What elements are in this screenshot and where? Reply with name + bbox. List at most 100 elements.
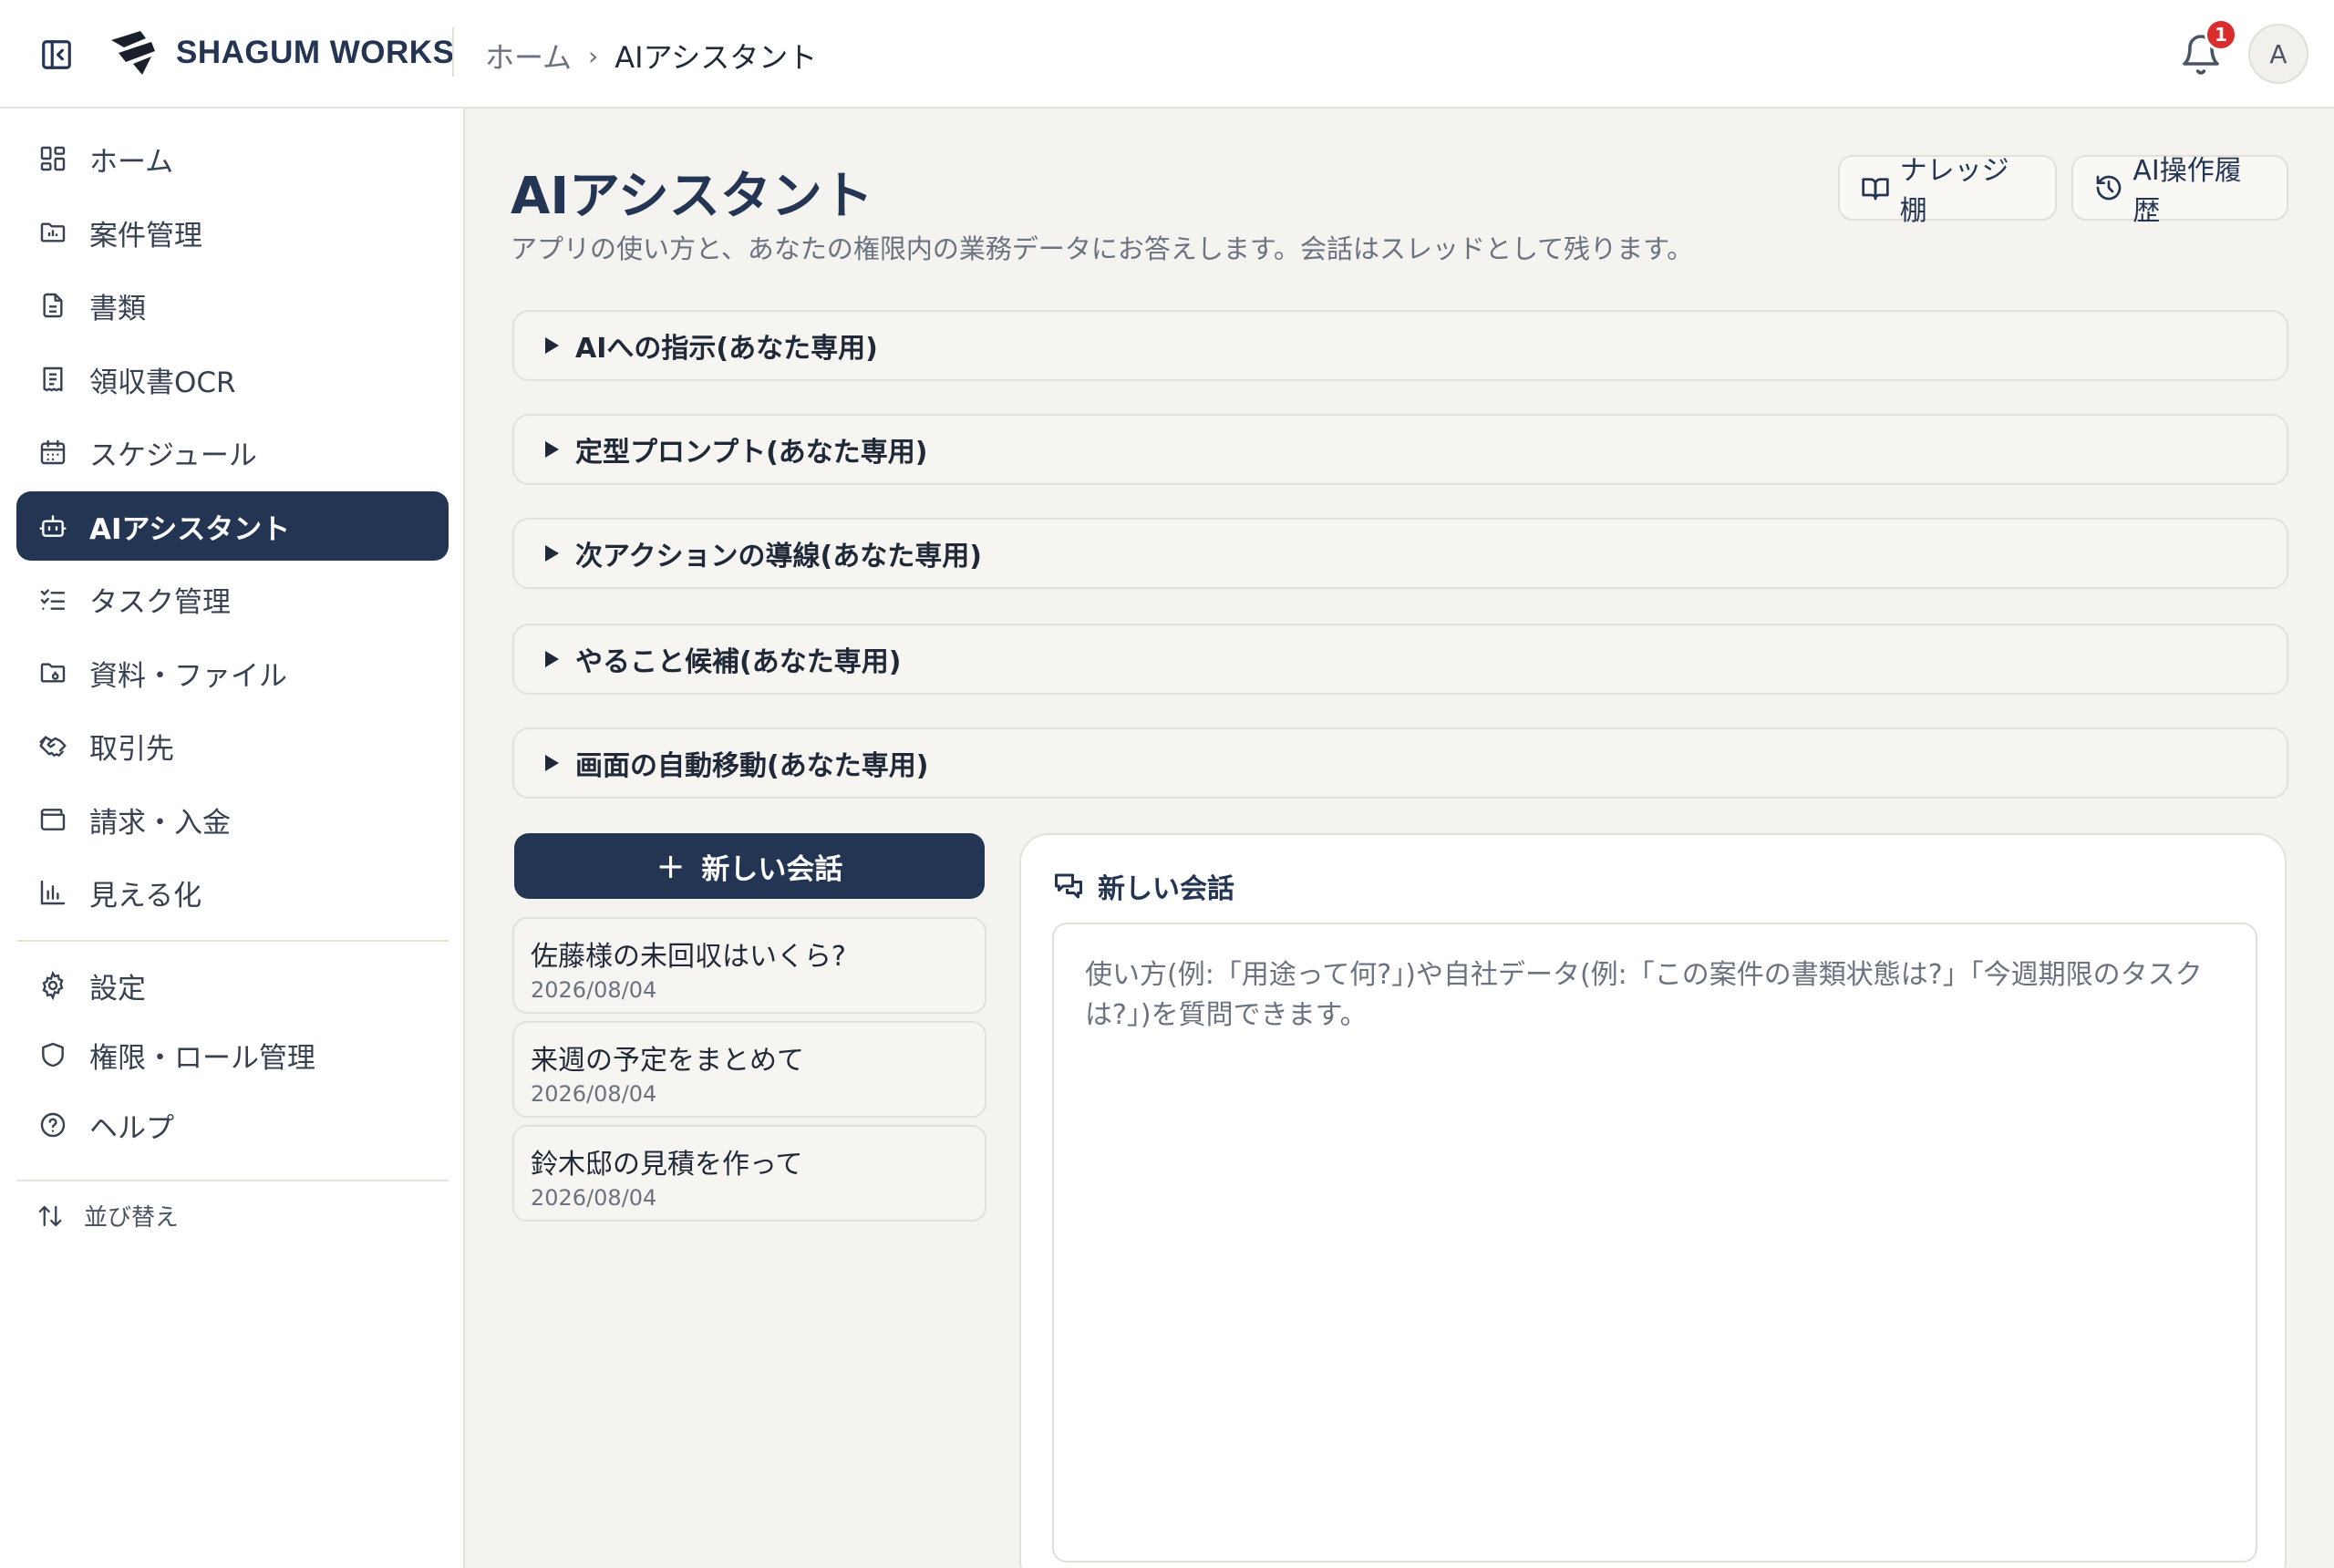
disclosure-triangle-icon [545, 441, 559, 458]
sidebar-item-tasks[interactable]: タスク管理 [16, 564, 449, 634]
accordion-todo-candidates[interactable]: やること候補(あなた専用) [512, 624, 2288, 695]
bar-chart-icon [36, 876, 69, 909]
reorder-label: 並び替え [84, 1204, 180, 1232]
thread-date: 2026/08/04 [531, 1081, 657, 1107]
header-divider [452, 27, 454, 77]
breadcrumb-home[interactable]: ホーム [485, 35, 572, 77]
disclosure-triangle-icon [545, 651, 559, 667]
sidebar-item-label: AIアシスタント [89, 512, 291, 546]
sidebar-item-clients[interactable]: 取引先 [16, 711, 449, 780]
top-header: SHAGUM WORKS ホーム › AIアシスタント 1 A [0, 0, 2334, 108]
accordion-label: AIへの指示(あなた専用) [575, 333, 878, 365]
new-conversation-label: 新しい会話 [701, 852, 843, 886]
book-open-icon [1860, 172, 1891, 203]
thread-date: 2026/08/04 [531, 1185, 657, 1211]
page-title: AIアシスタント [511, 167, 873, 226]
chat-panel: 新しい会話 [1019, 833, 2287, 1568]
sidebar-divider [16, 1180, 449, 1181]
gear-icon [36, 969, 69, 1002]
sidebar-item-schedule[interactable]: スケジュール [16, 418, 449, 487]
sidebar-item-label: 権限・ロール管理 [89, 1041, 315, 1075]
thread-date: 2026/08/04 [531, 977, 657, 1003]
accordion-label: やること候補(あなた専用) [575, 646, 902, 678]
breadcrumb: ホーム › AIアシスタント [485, 35, 817, 77]
notification-badge: 1 [2205, 18, 2237, 51]
folder-chart-icon [36, 216, 69, 249]
chat-header: 新しい会話 [1052, 866, 1234, 906]
sidebar: ホーム 案件管理 書類 領収書OCR スケジュール AIアシスタント タスク管理… [0, 108, 465, 1568]
sidebar-item-label: タスク管理 [89, 585, 231, 619]
sidebar-item-label: 設定 [89, 972, 146, 1006]
document-icon [36, 289, 69, 322]
thread-title: 鈴木邸の見積を作って [531, 1149, 803, 1181]
disclosure-triangle-icon [545, 337, 559, 354]
sidebar-item-label: 取引先 [89, 732, 174, 766]
accordion-label: 次アクションの導線(あなた専用) [575, 541, 982, 573]
history-icon [2093, 172, 2123, 203]
accordion-next-actions[interactable]: 次アクションの導線(あなた専用) [512, 518, 2288, 589]
avatar[interactable]: A [2248, 24, 2308, 84]
bot-icon [36, 510, 69, 542]
sidebar-item-ai-assistant[interactable]: AIアシスタント [16, 491, 449, 561]
sidebar-item-settings[interactable]: 設定 [16, 951, 449, 1020]
brand-logo [111, 31, 155, 75]
sidebar-item-label: 案件管理 [89, 219, 202, 253]
sidebar-item-roles[interactable]: 権限・ロール管理 [16, 1020, 449, 1089]
sidebar-toggle-button[interactable] [36, 35, 77, 75]
breadcrumb-current: AIアシスタント [614, 40, 818, 75]
sort-arrows-icon [38, 1205, 62, 1226]
sidebar-item-label: 領収書OCR [89, 366, 236, 399]
wallet-icon [36, 803, 69, 836]
sidebar-item-label: ヘルプ [89, 1111, 174, 1145]
accordion-label: 定型プロンプト(あなた専用) [575, 437, 928, 469]
sidebar-item-documents[interactable]: 書類 [16, 271, 449, 340]
thread-item[interactable]: 来週の予定をまとめて 2026/08/04 [512, 1021, 986, 1118]
sidebar-item-files[interactable]: 資料・ファイル [16, 638, 449, 707]
disclosure-triangle-icon [545, 545, 559, 562]
folder-file-icon [36, 656, 69, 689]
sidebar-item-label: 見える化 [89, 879, 202, 913]
handshake-icon [36, 729, 69, 762]
sidebar-item-help[interactable]: ヘルプ [16, 1090, 449, 1160]
receipt-icon [36, 363, 69, 396]
shield-icon [36, 1038, 69, 1071]
ai-history-label: AI操作履歴 [2133, 155, 2242, 227]
sidebar-item-label: 書類 [89, 292, 146, 325]
sidebar-item-label: 請求・入金 [89, 806, 231, 840]
sidebar-item-label: スケジュール [89, 438, 257, 472]
page-description: アプリの使い方と、あなたの権限内の業務データにお答えします。会話はスレッドとして… [511, 233, 1694, 264]
accordion-label: 画面の自動移動(あなた専用) [575, 750, 929, 782]
chat-bubbles-icon [1055, 873, 1082, 899]
accordion-prompt-templates[interactable]: 定型プロンプト(あなた専用) [512, 414, 2288, 485]
calendar-icon [36, 436, 69, 469]
sidebar-collapse-icon [42, 40, 71, 69]
grid-icon [36, 142, 69, 175]
reorder-button[interactable]: 並び替え [36, 1199, 179, 1233]
sidebar-item-label: ホーム [89, 145, 174, 179]
sidebar-item-home[interactable]: ホーム [16, 124, 449, 193]
thread-title: 来週の予定をまとめて [531, 1045, 804, 1077]
thread-title: 佐藤様の未回収はいくら? [531, 941, 846, 973]
new-conversation-button[interactable]: + 新しい会話 [514, 833, 985, 899]
brand-name: SHAGUM WORKS [176, 35, 455, 70]
sidebar-item-receipt-ocr[interactable]: 領収書OCR [16, 345, 449, 414]
chat-message-input[interactable] [1052, 923, 2257, 1563]
thread-item[interactable]: 佐藤様の未回収はいくら? 2026/08/04 [512, 917, 986, 1014]
sidebar-item-label: 資料・ファイル [89, 659, 287, 693]
knowledge-shelf-button[interactable]: ナレッジ棚 [1838, 155, 2057, 227]
sidebar-divider [16, 940, 449, 942]
sidebar-item-analytics[interactable]: 見える化 [16, 858, 449, 927]
disclosure-triangle-icon [545, 755, 559, 771]
plus-icon: + [656, 846, 686, 886]
sidebar-item-billing[interactable]: 請求・入金 [16, 785, 449, 854]
ai-history-button[interactable]: AI操作履歴 [2071, 155, 2288, 227]
thread-item[interactable]: 鈴木邸の見積を作って 2026/08/04 [512, 1125, 986, 1222]
breadcrumb-separator: › [588, 40, 599, 71]
accordion-auto-navigation[interactable]: 画面の自動移動(あなた専用) [512, 727, 2288, 799]
checklist-icon [36, 583, 69, 615]
chat-title: 新しい会話 [1098, 873, 1234, 905]
accordion-ai-instructions[interactable]: AIへの指示(あなた専用) [512, 310, 2288, 381]
help-icon [36, 1109, 69, 1141]
sidebar-item-projects[interactable]: 案件管理 [16, 198, 449, 267]
knowledge-shelf-label: ナレッジ棚 [1899, 155, 2009, 227]
